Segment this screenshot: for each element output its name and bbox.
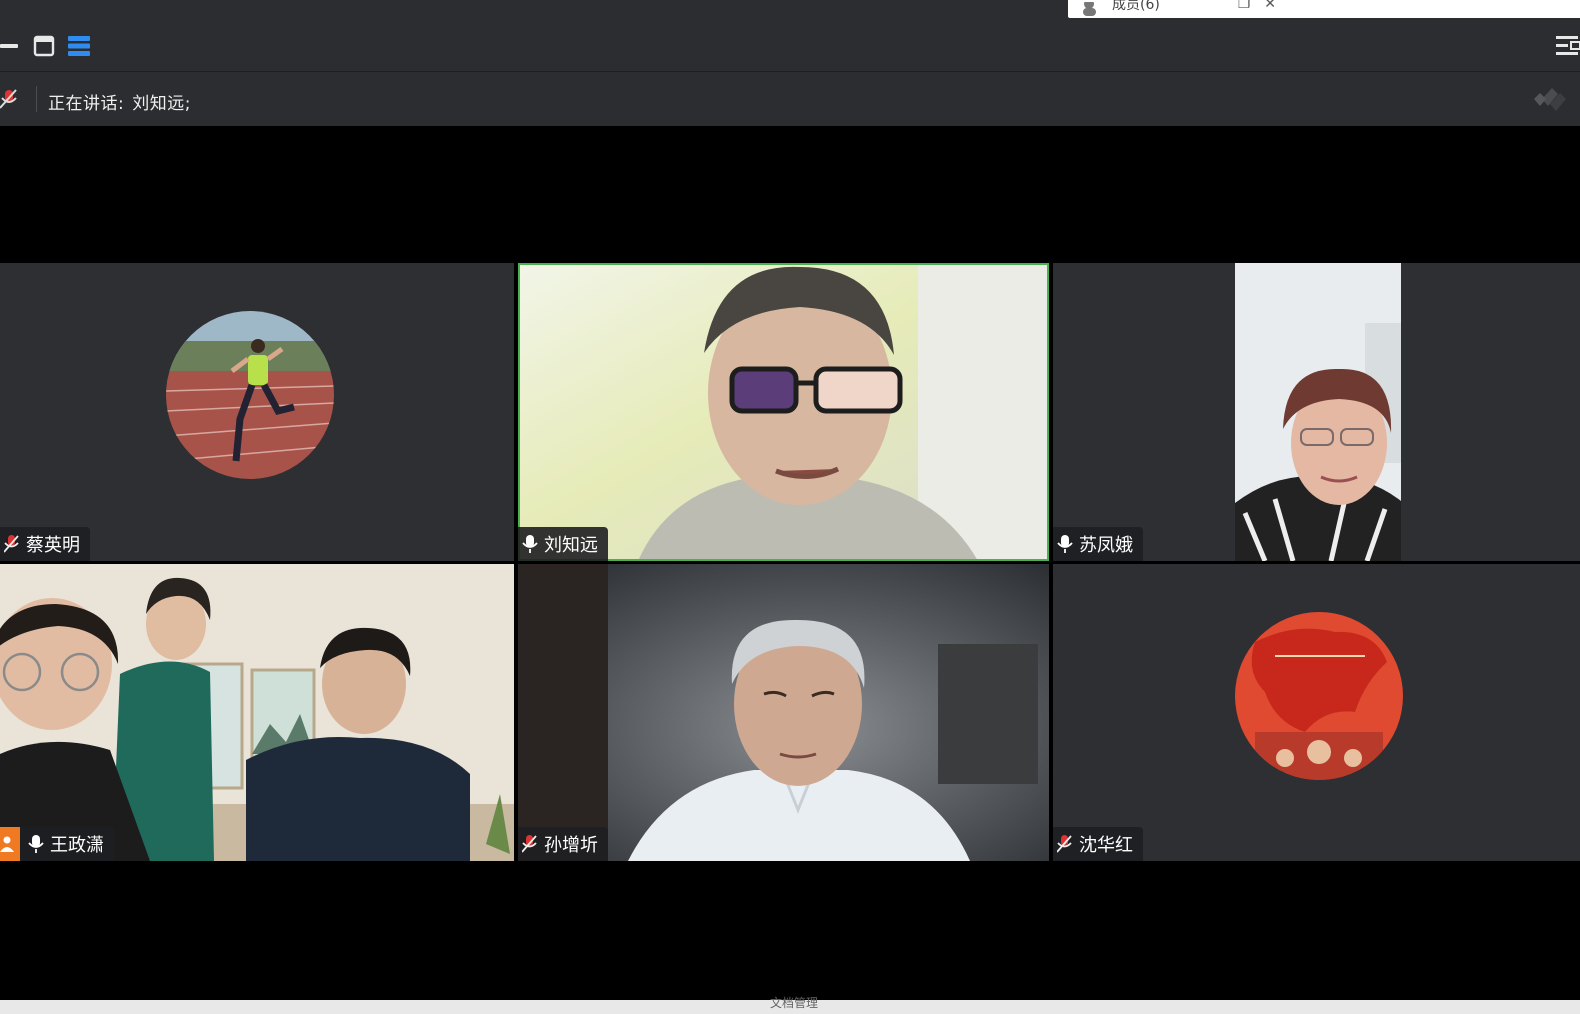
video-feed [1235, 263, 1401, 561]
popup-panel-edge [1288, 0, 1580, 18]
minimize-button[interactable] [0, 34, 22, 58]
participant-name-tag: 苏凤娥 [1053, 527, 1143, 561]
participant-tile-active[interactable]: 刘知远 [518, 263, 1049, 561]
participant-name: 沈华红 [1079, 835, 1133, 856]
meeting-toolbar [0, 20, 1580, 72]
divider [36, 86, 37, 112]
participant-name-tag: 孙增圻 [518, 827, 608, 861]
video-feed [518, 263, 1049, 561]
mic-icon [522, 535, 538, 553]
video-grid: 蔡英明 刘知远 苏凤娥 王政潇 孙增圻 沈华红 [0, 126, 1580, 1000]
participant-name: 苏凤娥 [1079, 535, 1133, 556]
list-layout-icon [68, 36, 90, 56]
layout-diamond-icon[interactable] [1532, 84, 1566, 114]
mic-icon [28, 835, 44, 853]
taskbar-fragment: 文档管理 [0, 996, 1580, 1014]
participant-name: 孙增圻 [544, 835, 598, 856]
sidebar-toggle-button[interactable] [1552, 32, 1580, 60]
participant-name-tag: 王政潇 [0, 827, 114, 861]
members-icon [1083, 2, 1096, 16]
mic-muted-icon [4, 535, 19, 553]
participant-tile[interactable]: 王政潇 [0, 564, 514, 861]
speaking-text: 正在讲话: 刘知远; [48, 89, 191, 114]
mic-icon [1057, 535, 1073, 553]
participant-name: 蔡英明 [26, 535, 80, 556]
avatar [1235, 612, 1403, 780]
window-mode-button[interactable] [31, 34, 57, 58]
close-icon[interactable]: ✕ [1264, 0, 1276, 12]
window-icon [33, 35, 55, 57]
host-badge-icon [0, 827, 20, 861]
mic-muted-icon [1057, 835, 1072, 853]
mic-muted-icon[interactable] [0, 88, 20, 114]
participant-name: 刘知远 [544, 535, 598, 556]
participant-tile[interactable]: 沈华红 [1053, 564, 1580, 861]
sidebar-toggle-icon [1556, 36, 1580, 55]
video-feed [518, 564, 1049, 861]
participant-name-tag: 蔡英明 [0, 527, 90, 561]
mic-muted-icon [522, 835, 537, 853]
participant-name-tag: 沈华红 [1053, 827, 1143, 861]
members-tab-label: 成员(6) [1112, 0, 1160, 13]
speaking-names: 刘知远; [132, 94, 191, 114]
minimize-icon [0, 44, 18, 48]
video-feed [0, 564, 514, 861]
speaking-indicator-bar: 正在讲话: 刘知远; [0, 72, 1580, 126]
participant-name: 王政潇 [50, 835, 104, 856]
participant-tile[interactable]: 蔡英明 [0, 263, 514, 561]
members-popup-tab[interactable]: 成员(6) ❐ ✕ [1068, 0, 1288, 18]
avatar [166, 311, 334, 479]
participant-name-tag: 刘知远 [518, 527, 608, 561]
list-layout-button[interactable] [66, 34, 92, 58]
participant-tile[interactable]: 孙增圻 [518, 564, 1049, 861]
taskbar-partial-text: 文档管理 [770, 996, 819, 1010]
participant-tile[interactable]: 苏凤娥 [1053, 263, 1580, 561]
popout-icon[interactable]: ❐ [1238, 0, 1251, 12]
speaking-label: 正在讲话: [48, 94, 125, 114]
